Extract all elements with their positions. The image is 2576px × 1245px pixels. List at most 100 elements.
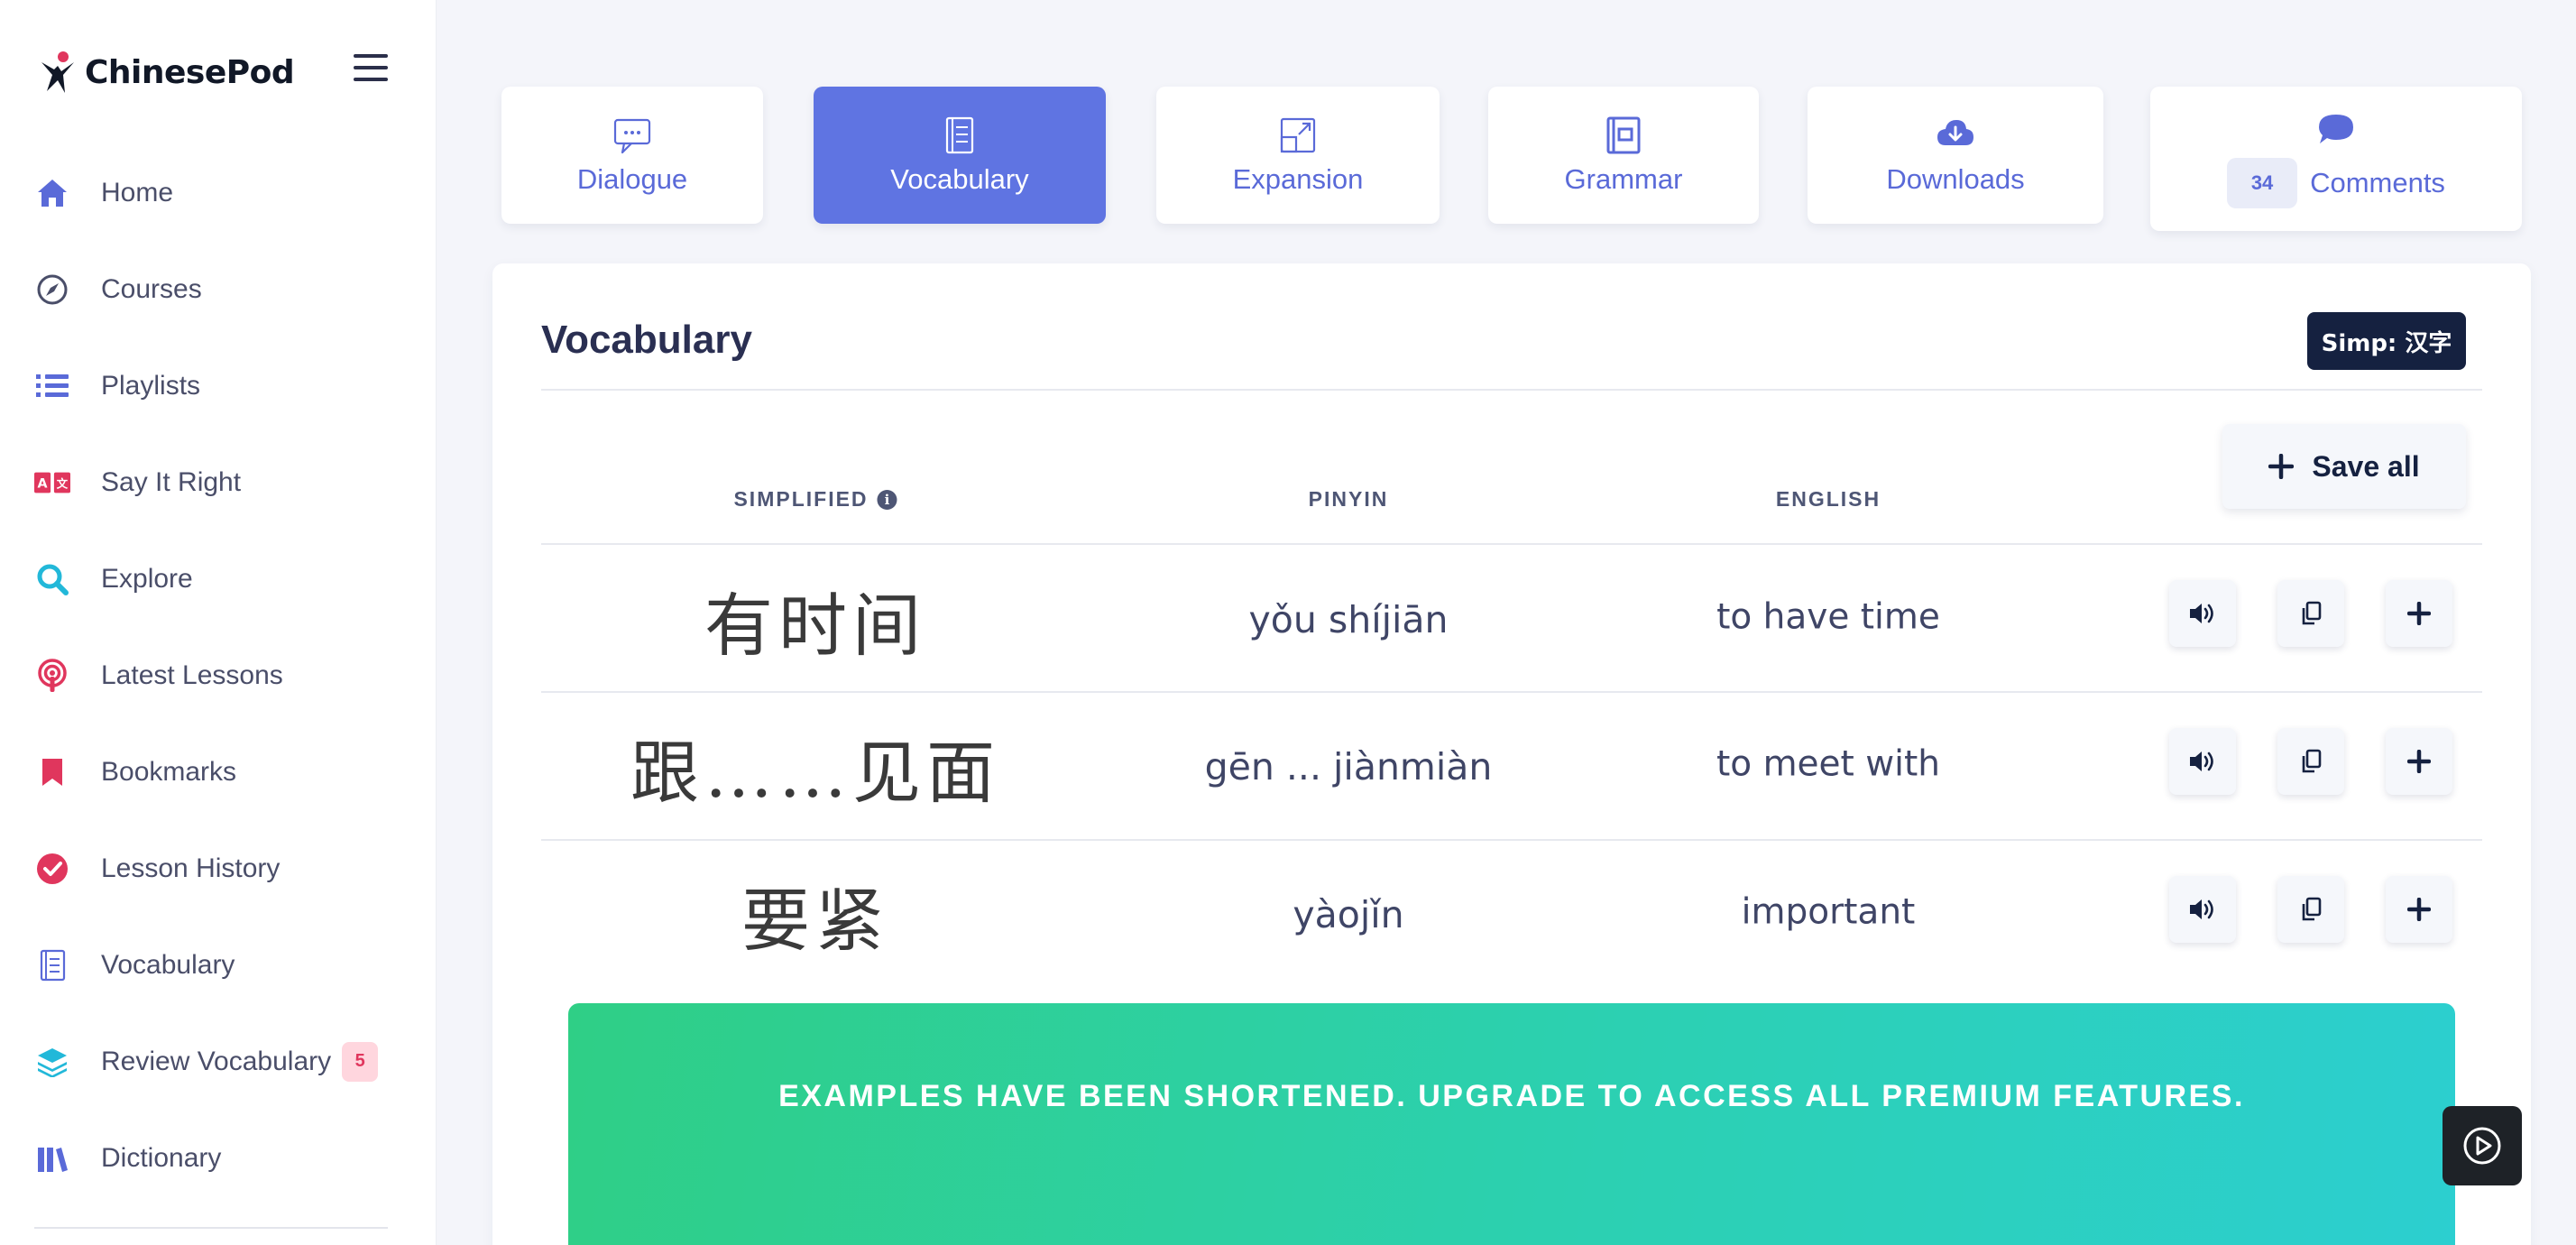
sidebar-item-review-vocabulary[interactable]: Review Vocabulary 5 [0,1013,437,1110]
bookmark-icon [34,754,70,790]
plus-icon [2407,750,2431,773]
speaker-icon [2190,752,2213,771]
chat-bubble-icon [613,118,651,154]
logo-text: ChinesePod [85,53,295,91]
tab-grammar[interactable]: Grammar [1488,87,1759,224]
tab-downloads[interactable]: Downloads [1808,87,2103,224]
comment-count-badge: 34 [2227,158,2298,208]
script-toggle-button[interactable]: Simp: 汉字 [2307,312,2466,370]
add-word-button[interactable] [2386,876,2452,943]
add-word-button[interactable] [2386,728,2452,795]
comments-row: 34 Comments [2227,158,2445,208]
sidebar-item-bookmarks[interactable]: Bookmarks [0,724,437,820]
sidebar-item-label: Bookmarks [101,756,237,787]
divider [541,543,2482,545]
copy-icon [2302,749,2322,773]
expand-icon [1280,117,1316,153]
column-header-english: ENGLISH [1776,487,1881,512]
tab-label: Downloads [1886,163,2025,195]
pinyin-cell: gēn ... jiànmiàn [1204,745,1493,788]
sidebar-item-label: Vocabulary [101,949,235,980]
sidebar-item-latest-lessons[interactable]: Latest Lessons [0,627,437,724]
sidebar-item-label: Lesson History [101,853,281,883]
english-cell: to have time [1716,596,1940,638]
sidebar-item-lesson-history[interactable]: Lesson History [0,820,437,917]
tab-expansion[interactable]: Expansion [1156,87,1440,224]
sidebar-item-dictionary[interactable]: Dictionary [0,1110,437,1206]
list-icon [34,368,70,404]
tab-vocabulary[interactable]: Vocabulary [814,87,1106,224]
tab-label: Comments [2310,167,2445,198]
play-audio-button[interactable] [2169,580,2236,647]
plus-icon [2407,898,2431,921]
home-icon [34,175,70,211]
menu-toggle-icon[interactable] [354,54,388,81]
copy-button[interactable] [2277,876,2344,943]
upgrade-banner-text: EXAMPLES HAVE BEEN SHORTENED. UPGRADE TO… [778,1079,2245,1113]
info-icon[interactable]: i [877,489,897,510]
review-count-badge: 5 [342,1041,379,1082]
compass-icon [34,272,70,308]
sidebar-item-label: Playlists [101,370,201,401]
sidebar-item-explore[interactable]: Explore [0,530,437,627]
divider [541,839,2482,841]
upgrade-banner[interactable]: EXAMPLES HAVE BEEN SHORTENED. UPGRADE TO… [568,1003,2455,1245]
add-word-button[interactable] [2386,580,2452,647]
simplified-cell: 跟……见面 [630,733,1000,813]
translate-icon: A文 [34,465,70,501]
copy-icon [2302,601,2322,625]
simplified-cell: 有时间 [704,586,926,666]
save-all-label: Save all [2312,449,2420,483]
save-all-button[interactable]: Save all [2222,424,2466,509]
podcast-icon [34,658,70,694]
pinyin-cell: yàojǐn [1293,893,1404,936]
copy-button[interactable] [2277,580,2344,647]
speaker-icon [2190,604,2213,623]
sidebar-item-label: Dictionary [101,1142,222,1173]
sidebar: ChinesePod Home Courses Playlists A文 Say… [0,0,437,1245]
notebook-icon [945,116,974,154]
english-cell: to meet with [1716,743,1940,785]
sidebar-item-say-it-right[interactable]: A文 Say It Right [0,434,437,530]
books-icon [34,1140,70,1176]
sidebar-item-label: Review Vocabulary [101,1046,332,1076]
tab-label: Dialogue [576,163,688,195]
divider [541,389,2482,391]
copy-icon [2302,897,2322,921]
sidebar-item-label: Say It Right [101,466,242,497]
tab-label: Vocabulary [890,163,1029,195]
sidebar-item-playlists[interactable]: Playlists [0,337,437,434]
tab-dialogue[interactable]: Dialogue [501,87,763,224]
column-header-label: SIMPLIFIED [733,487,869,511]
sidebar-item-label: Courses [101,273,202,304]
logo[interactable]: ChinesePod [38,47,295,97]
sidebar-item-courses[interactable]: Courses [0,241,437,337]
sidebar-item-label: Home [101,177,174,208]
column-header-label: PINYIN [1308,487,1389,511]
play-audio-button[interactable] [2169,728,2236,795]
sidebar-item-home[interactable]: Home [0,144,437,241]
sidebar-item-vocabulary[interactable]: Vocabulary [0,917,437,1013]
cloud-download-icon [1937,120,1973,145]
column-header-label: ENGLISH [1775,487,1881,511]
column-header-pinyin: PINYIN [1309,487,1389,512]
notebook-icon [34,947,70,983]
english-cell: important [1741,891,1916,933]
search-icon [34,561,70,597]
tab-comments[interactable]: 34 Comments [2150,87,2522,231]
speaker-icon [2190,899,2213,919]
svg-text:文: 文 [57,476,69,490]
comment-icon [2319,115,2353,143]
sidebar-divider [34,1227,388,1229]
play-audio-button[interactable] [2169,876,2236,943]
copy-button[interactable] [2277,728,2344,795]
column-header-simplified: SIMPLIFIED i [733,487,897,512]
sidebar-item-label: Latest Lessons [101,659,283,690]
divider [541,691,2482,693]
layers-icon [34,1044,70,1080]
sidebar-nav: Home Courses Playlists A文 Say It Right E… [0,144,437,1206]
plus-icon [2407,602,2431,625]
check-circle-icon [34,851,70,887]
tab-label: Grammar [1564,163,1683,195]
media-play-button[interactable] [2443,1106,2522,1185]
